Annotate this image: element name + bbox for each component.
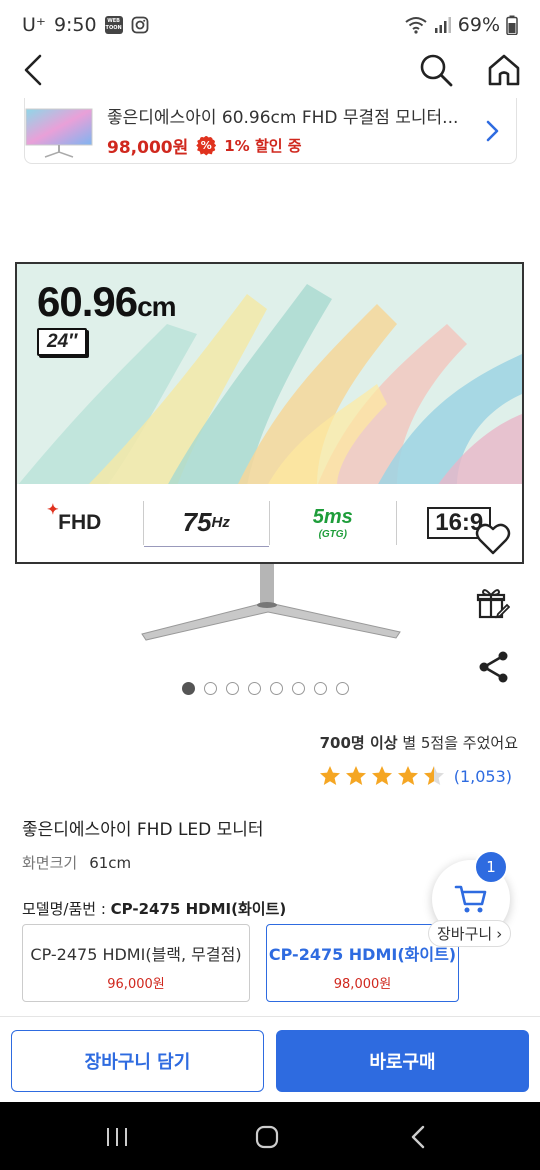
screen-size-label: 화면크기 [22, 854, 78, 872]
bottom-action-bar: 장바구니 담기 바로구매 [0, 1016, 540, 1102]
review-count-link[interactable]: (1,053) [454, 767, 512, 786]
wifi-icon [405, 17, 427, 34]
recent-apps-icon[interactable] [100, 1120, 134, 1154]
clock: 9:50 [53, 14, 97, 36]
star-icon [423, 766, 444, 785]
home-icon[interactable] [486, 52, 522, 88]
product-thumbnail [25, 108, 93, 158]
spec-hz-value: 75 [182, 507, 212, 537]
star-icon [371, 766, 392, 785]
carousel-dot[interactable] [204, 682, 217, 695]
option-name: CP-2475 HDMI(블랙, 무결점) [30, 945, 242, 964]
star-icon [397, 766, 418, 785]
option-name: CP-2475 HDMI(화이트) [268, 945, 457, 964]
screen-size-cm-value: 60.96 [37, 278, 138, 325]
search-icon[interactable] [418, 52, 454, 88]
screen-size-value: 61cm [89, 854, 132, 872]
carousel-indicator [182, 682, 349, 695]
gift-icon[interactable] [476, 586, 510, 620]
carousel-dot[interactable] [226, 682, 239, 695]
instagram-icon [131, 16, 149, 34]
cart-label[interactable]: 장바구니 › [428, 920, 512, 947]
screen-size-inch: 24″ [37, 328, 88, 356]
signal-icon [434, 17, 451, 33]
buy-now-button[interactable]: 바로구매 [276, 1030, 529, 1092]
star-icon [319, 766, 340, 785]
rating-stars [318, 764, 446, 788]
screen-size-row: 화면크기 61cm [22, 852, 131, 873]
model-value: CP-2475 HDMI(화이트) [110, 900, 287, 918]
spec-refresh-rate: 75 Hz [143, 499, 269, 547]
spec-fhd-label: FHD [58, 511, 102, 534]
rating-summary-bold: 700명 이상 [319, 734, 398, 752]
add-to-cart-button[interactable]: 장바구니 담기 [11, 1030, 264, 1092]
spec-ms-value: 5ms [312, 506, 353, 528]
sticky-product-card[interactable]: 좋은디에스아이 60.96cm FHD 무결점 모니터... 98,000원 %… [24, 98, 517, 164]
carousel-dot[interactable] [182, 682, 195, 695]
spec-strip: ✦ FHD 75 Hz 5ms (GTG) 16:9 [17, 484, 522, 562]
battery-icon [506, 15, 518, 35]
carousel-dot[interactable] [292, 682, 305, 695]
home-button-icon[interactable] [250, 1120, 284, 1154]
discount-text: 1% 할인 중 [224, 137, 302, 155]
spec-hz-unit: Hz [211, 514, 230, 531]
carrier-label: U⁺ [22, 14, 46, 36]
product-title: 좋은디에스아이 FHD LED 모니터 [22, 820, 264, 840]
spec-response-time: 5ms (GTG) [270, 499, 396, 547]
sticky-product-price: 98,000원 [107, 138, 189, 158]
webtoon-app-icon: WEB TOON [104, 16, 123, 34]
rating-row[interactable]: (1,053) [318, 764, 512, 788]
option-black[interactable]: CP-2475 HDMI(블랙, 무결점) 96,000원 [22, 924, 250, 1002]
spec-ms-sub: (GTG) [318, 529, 347, 540]
carousel-dot[interactable] [314, 682, 327, 695]
model-label: 모델명/품번 : [22, 900, 111, 918]
star-icon [345, 766, 366, 785]
battery-percent: 69% [457, 14, 500, 36]
screen-size-cm-unit: cm [137, 291, 176, 322]
sticky-product-name: 좋은디에스아이 60.96cm FHD 무결점 모니터... [107, 108, 459, 128]
system-nav-bar [0, 1102, 540, 1170]
screen-size-cm: 60.96cm [37, 278, 177, 326]
carousel-dot[interactable] [248, 682, 261, 695]
cart-icon [454, 885, 487, 913]
discount-badge-icon: % [196, 135, 217, 156]
carousel-dot[interactable] [270, 682, 283, 695]
wishlist-heart-icon[interactable] [474, 520, 512, 558]
chevron-right-icon: › [496, 924, 503, 943]
cart-count-badge: 1 [474, 850, 508, 884]
sparkle-icon: ✦ [47, 501, 59, 517]
cart-label-text: 장바구니 [437, 925, 493, 943]
top-nav [0, 50, 540, 90]
share-icon[interactable] [478, 650, 510, 684]
status-bar: U⁺ 9:50 WEB TOON 69% [0, 0, 540, 50]
model-row: 모델명/품번 : CP-2475 HDMI(화이트) [22, 898, 286, 919]
carousel-dot[interactable] [336, 682, 349, 695]
back-button-icon[interactable] [402, 1120, 436, 1154]
rating-summary-text: 별 5점을 주었어요 [397, 734, 518, 752]
option-price: 98,000원 [333, 977, 392, 992]
option-price: 96,000원 [107, 977, 165, 992]
spec-fhd: ✦ FHD [17, 499, 143, 547]
chevron-right-icon [486, 120, 499, 141]
rating-summary: 700명 이상 별 5점을 주었어요 [320, 732, 518, 753]
monitor-stand-image [141, 564, 401, 641]
product-hero-image[interactable]: 60.96cm 24″ ✦ FHD 75 Hz 5ms (GTG) 16:9 [15, 262, 524, 564]
back-chevron-icon[interactable] [18, 52, 52, 88]
